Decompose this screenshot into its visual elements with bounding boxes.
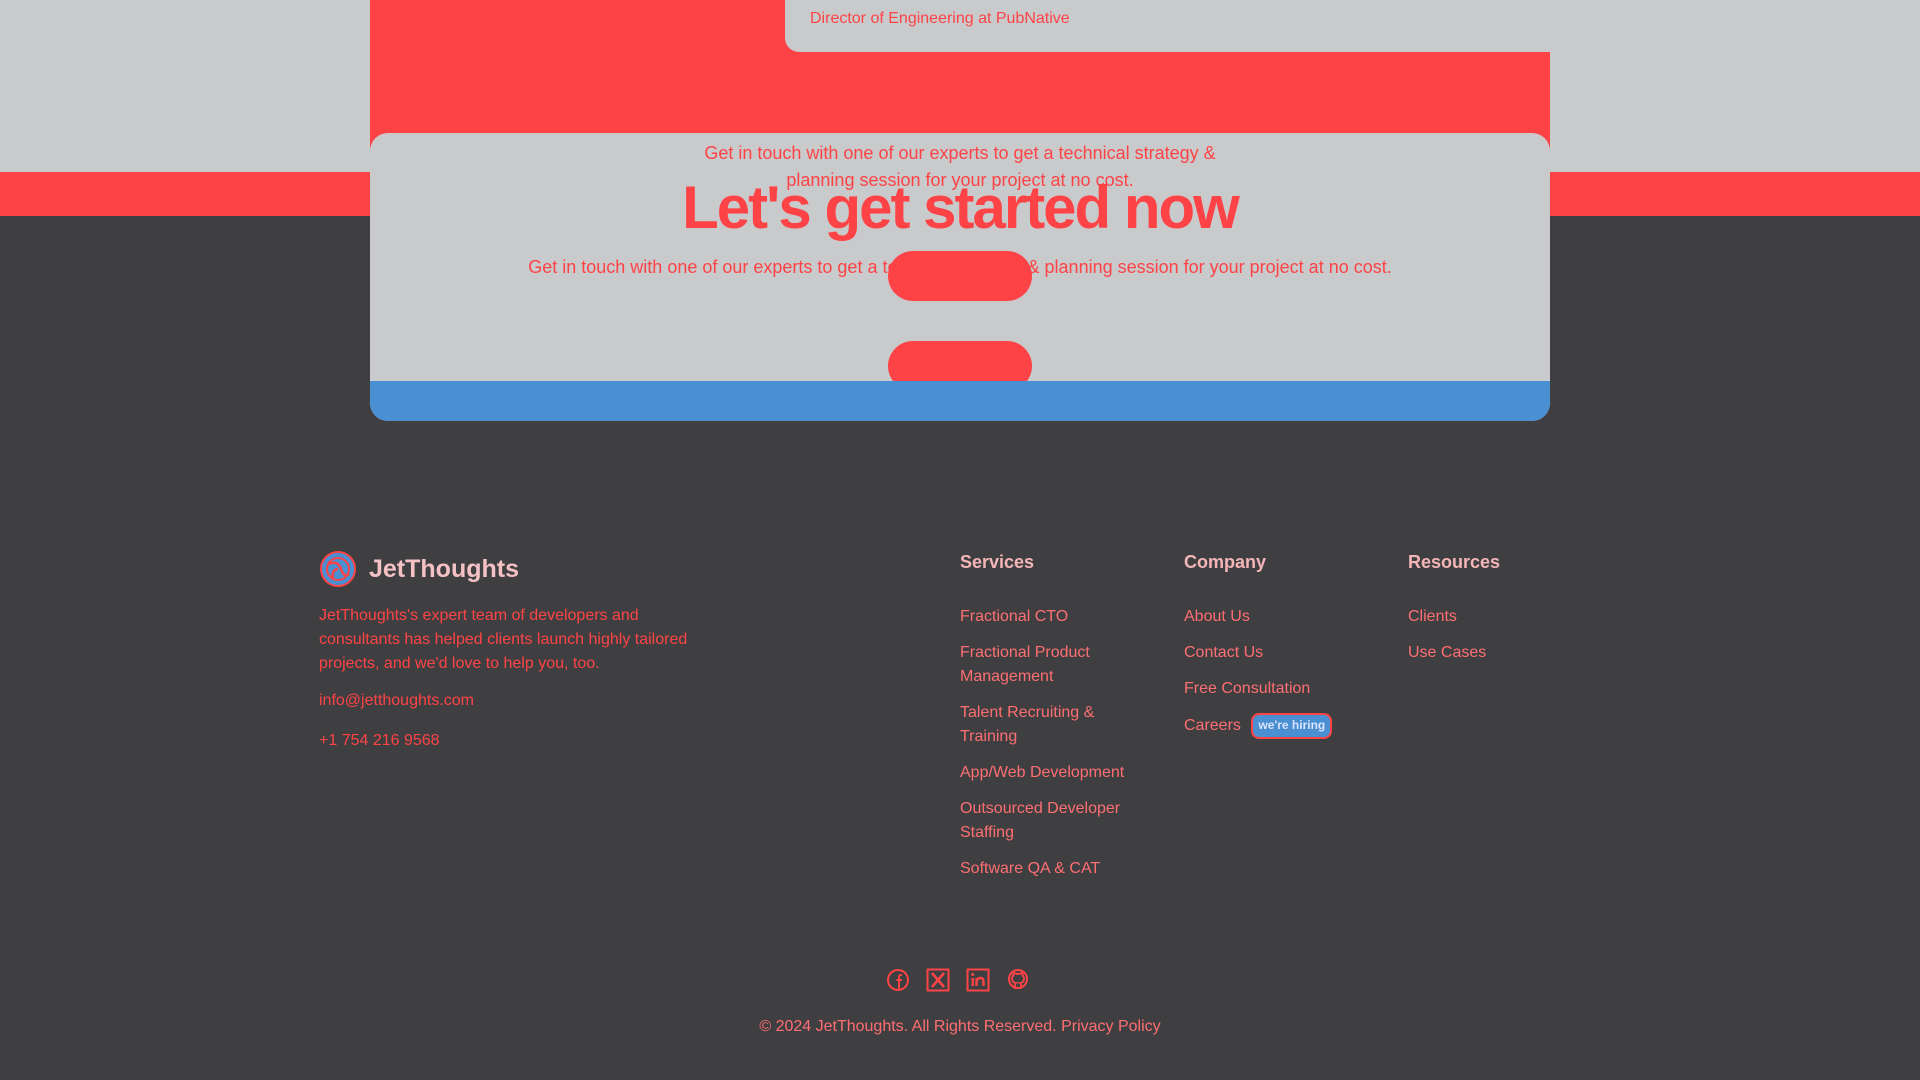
jetthoughts-logo-icon	[320, 551, 356, 587]
company-link-careers[interactable]: Careers	[1184, 717, 1241, 734]
company-link-consultation[interactable]: Free Consultation	[1184, 680, 1310, 697]
services-link-talent-recruiting[interactable]: Talent Recruiting & Training	[960, 704, 1094, 745]
footer-resources-column: Resources Clients Use Cases	[1408, 552, 1568, 677]
footer-services-column: Services Fractional CTO Fractional Produ…	[960, 552, 1150, 893]
cta-blue-band	[370, 381, 1550, 421]
footer-company-column: Company About Us Contact Us Free Consult…	[1184, 552, 1384, 751]
copyright-text: © 2024 JetThoughts. All Rights Reserved.	[759, 1018, 1057, 1035]
resources-list: Clients Use Cases	[1408, 605, 1568, 665]
services-link-qa[interactable]: Software QA & CAT	[960, 860, 1100, 877]
company-item[interactable]: Careers we're hiring	[1184, 713, 1384, 739]
services-list: Fractional CTO Fractional Product Manage…	[960, 605, 1150, 881]
company-link-contact[interactable]: Contact Us	[1184, 644, 1263, 661]
social-links	[886, 968, 1030, 992]
services-link-app-web[interactable]: App/Web Development	[960, 764, 1124, 781]
services-item[interactable]: Outsourced Developer Staffing	[960, 797, 1150, 845]
resources-item[interactable]: Use Cases	[1408, 641, 1568, 665]
resources-link-use-cases[interactable]: Use Cases	[1408, 644, 1486, 661]
cta-card: Get in touch with one of our experts to …	[370, 133, 1550, 421]
services-link-fractional-cto[interactable]: Fractional CTO	[960, 608, 1068, 625]
hiring-badge: we're hiring	[1251, 713, 1333, 739]
footer-brand[interactable]: JetThoughts	[319, 550, 519, 588]
linkedin-icon[interactable]	[966, 968, 990, 992]
services-item[interactable]: Fractional Product Management	[960, 641, 1150, 689]
privacy-policy-link[interactable]: Privacy Policy	[1061, 1018, 1161, 1035]
resources-item[interactable]: Clients	[1408, 605, 1568, 629]
cta-button-primary[interactable]	[888, 251, 1032, 301]
testimonial-card: Director of Engineering at PubNative	[785, 0, 1875, 52]
company-item[interactable]: Free Consultation	[1184, 677, 1384, 701]
footer-email-link[interactable]: info@jetthoughts.com	[319, 692, 474, 710]
company-heading: Company	[1184, 552, 1267, 572]
footer-description: JetThoughts's expert team of developers …	[319, 607, 688, 672]
facebook-icon[interactable]	[886, 968, 910, 992]
services-heading: Services	[960, 552, 1035, 572]
resources-heading: Resources	[1408, 552, 1501, 572]
services-item[interactable]: App/Web Development	[960, 761, 1150, 785]
services-item[interactable]: Software QA & CAT	[960, 857, 1150, 881]
brand-name: JetThoughts	[369, 554, 519, 583]
cta-heading: Let's get started now	[682, 174, 1240, 241]
testimonial-author-role: Director of Engineering at PubNative	[810, 10, 1070, 27]
copyright-line: © 2024 JetThoughts. All Rights Reserved.…	[0, 1018, 1920, 1036]
services-item[interactable]: Talent Recruiting & Training	[960, 701, 1150, 749]
github-icon[interactable]	[1006, 968, 1030, 992]
company-item[interactable]: About Us	[1184, 605, 1384, 629]
x-twitter-icon[interactable]	[926, 968, 950, 992]
services-link-outsourced[interactable]: Outsourced Developer Staffing	[960, 800, 1120, 841]
resources-link-clients[interactable]: Clients	[1408, 608, 1457, 625]
company-item[interactable]: Contact Us	[1184, 641, 1384, 665]
company-link-about[interactable]: About Us	[1184, 608, 1250, 625]
services-link-fractional-product[interactable]: Fractional Product Management	[960, 644, 1090, 685]
company-list: About Us Contact Us Free Consultation Ca…	[1184, 605, 1384, 739]
services-item[interactable]: Fractional CTO	[960, 605, 1150, 629]
footer-phone[interactable]: +1 754 216 9568	[319, 732, 440, 750]
